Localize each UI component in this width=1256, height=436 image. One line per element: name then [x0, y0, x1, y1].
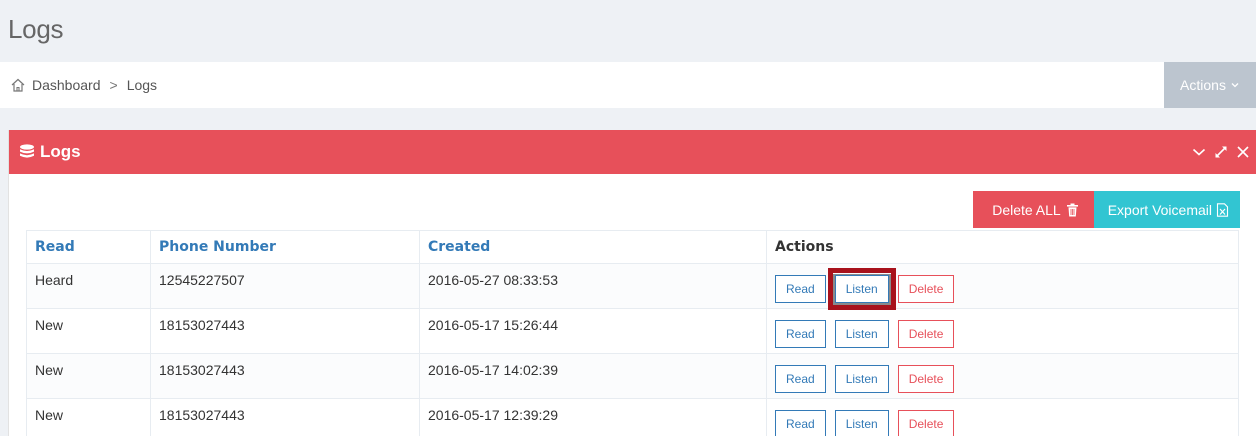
export-voicemail-label: Export Voicemail: [1107, 201, 1212, 218]
trash-icon: [1066, 203, 1078, 216]
fullscreen-icon[interactable]: [1214, 145, 1228, 159]
cell-actions: Read Listen Delete: [766, 353, 1239, 399]
table-row: New 18153027443 2016-05-17 15:26:44 Read…: [26, 308, 1239, 354]
read-button[interactable]: Read: [775, 275, 826, 303]
table-row: New 18153027443 2016-05-17 12:39:29 Read…: [26, 398, 1239, 436]
delete-all-label: Delete ALL: [992, 201, 1061, 218]
export-voicemail-button[interactable]: Export Voicemail: [1093, 191, 1240, 228]
table-row: Heard 12545227507 2016-05-27 08:33:53 Re…: [26, 263, 1239, 310]
table-row: New 18153027443 2016-05-17 14:02:39 Read…: [26, 353, 1239, 399]
portlet-tools: [1192, 145, 1250, 159]
read-button[interactable]: Read: [775, 410, 826, 436]
cell-created: 2016-05-17 15:26:44: [419, 308, 767, 354]
column-header-created[interactable]: Created: [419, 230, 767, 264]
top-actions: Delete ALL Export Voicemail: [973, 191, 1240, 228]
cell-phone-number: 18153027443: [150, 398, 420, 436]
read-button[interactable]: Read: [775, 320, 826, 348]
logs-portlet: Logs Delete ALL Export Voicemail Read Ph…: [8, 130, 1256, 436]
table-header-row: Read Phone Number Created Actions: [26, 230, 1239, 264]
cell-phone-number: 18153027443: [150, 308, 420, 354]
delete-button[interactable]: Delete: [897, 275, 955, 303]
listen-button[interactable]: Listen: [834, 320, 889, 348]
cell-read-status: Heard: [26, 263, 151, 309]
home-icon: [11, 78, 25, 92]
cell-read-status: New: [26, 398, 151, 436]
actions-dropdown-label: Actions: [1180, 77, 1226, 93]
portlet-title: Logs: [40, 142, 81, 161]
read-button[interactable]: Read: [775, 365, 826, 393]
breadcrumb: Dashboard > Logs: [10, 77, 157, 93]
column-header-read[interactable]: Read: [26, 230, 151, 264]
breadcrumb-separator: >: [109, 77, 118, 93]
breadcrumb-home-link[interactable]: Dashboard: [32, 77, 101, 93]
database-icon: [20, 144, 34, 158]
chevron-down-icon: [1231, 83, 1239, 88]
delete-button[interactable]: Delete: [897, 365, 955, 393]
cell-created: 2016-05-27 08:33:53: [419, 263, 767, 309]
cell-actions: Read Listen Delete: [766, 263, 1239, 310]
cell-read-status: New: [26, 353, 151, 399]
portlet-header: Logs: [9, 130, 1256, 174]
listen-button[interactable]: Listen: [827, 268, 896, 310]
cell-created: 2016-05-17 12:39:29: [419, 398, 767, 436]
delete-button[interactable]: Delete: [897, 410, 955, 436]
column-header-actions: Actions: [766, 230, 1239, 264]
breadcrumb-bar: Dashboard > Logs Actions: [0, 62, 1256, 108]
cell-actions: Read Listen Delete: [766, 308, 1239, 354]
cell-phone-number: 18153027443: [150, 353, 420, 399]
cell-phone-number: 12545227507: [150, 263, 420, 309]
listen-button[interactable]: Listen: [834, 365, 889, 393]
cell-actions: Read Listen Delete: [766, 398, 1239, 436]
close-icon[interactable]: [1236, 145, 1250, 159]
actions-dropdown-button[interactable]: Actions: [1164, 62, 1256, 108]
excel-file-icon: [1216, 202, 1229, 217]
listen-button[interactable]: Listen: [834, 410, 889, 436]
page-title: Logs: [8, 14, 64, 44]
column-header-phone-number[interactable]: Phone Number: [150, 230, 420, 264]
cell-created: 2016-05-17 14:02:39: [419, 353, 767, 399]
delete-all-button[interactable]: Delete ALL: [973, 191, 1094, 228]
breadcrumb-current: Logs: [126, 77, 158, 93]
collapse-chevron-icon[interactable]: [1192, 145, 1206, 159]
delete-button[interactable]: Delete: [897, 320, 955, 348]
cell-read-status: New: [26, 308, 151, 354]
logs-table: Read Phone Number Created Actions Heard …: [26, 230, 1239, 436]
